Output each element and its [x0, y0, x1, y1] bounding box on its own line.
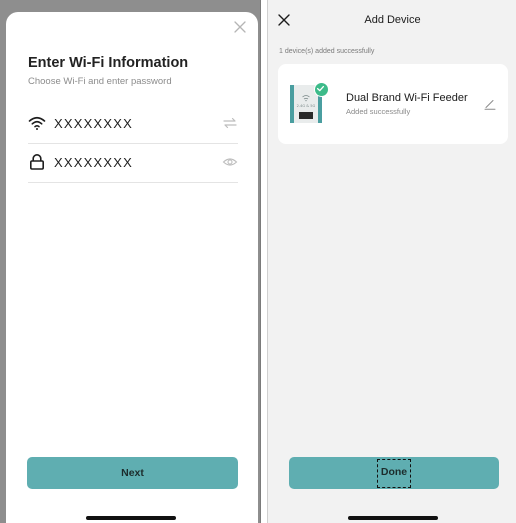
- wifi-info-sheet: Enter Wi-Fi Information Choose Wi-Fi and…: [6, 12, 258, 523]
- done-button[interactable]: Done: [289, 457, 499, 489]
- add-device-screen: Add Device 1 device(s) added successfull…: [267, 0, 516, 523]
- eye-icon[interactable]: [222, 154, 238, 170]
- app-stage: Enter Wi-Fi Information Choose Wi-Fi and…: [0, 0, 516, 523]
- password-field[interactable]: XXXXXXXX: [28, 143, 238, 183]
- home-indicator: [86, 516, 176, 520]
- close-icon[interactable]: [232, 19, 248, 35]
- done-label: Done: [376, 458, 412, 488]
- lock-icon: [29, 154, 44, 170]
- wifi-name-field[interactable]: XXXXXXXX: [28, 104, 238, 144]
- pencil-icon[interactable]: [484, 98, 496, 110]
- password-value: XXXXXXXX: [54, 155, 133, 170]
- home-indicator: [348, 516, 438, 520]
- device-card[interactable]: 2.4G & 5G Dual Brand Wi-Fi Feeder Added …: [278, 64, 508, 144]
- check-icon: [316, 85, 324, 91]
- nav-title: Add Device: [364, 14, 421, 26]
- switch-network-icon[interactable]: [222, 115, 238, 131]
- added-status-text: 1 device(s) added successfully: [279, 48, 375, 55]
- device-name: Dual Brand Wi-Fi Feeder: [346, 92, 468, 104]
- page-subtitle: Choose Wi-Fi and enter password: [28, 76, 172, 87]
- wifi-icon: [28, 116, 46, 130]
- page-title: Enter Wi-Fi Information: [28, 55, 189, 71]
- device-thumb-label: 2.4G & 5G: [297, 104, 316, 108]
- device-status: Added successfully: [346, 107, 411, 116]
- check-badge: [314, 82, 329, 97]
- wifi-name-value: XXXXXXXX: [54, 116, 133, 131]
- next-button[interactable]: Next: [27, 457, 238, 489]
- wifi-setup-screen: Enter Wi-Fi Information Choose Wi-Fi and…: [0, 0, 261, 523]
